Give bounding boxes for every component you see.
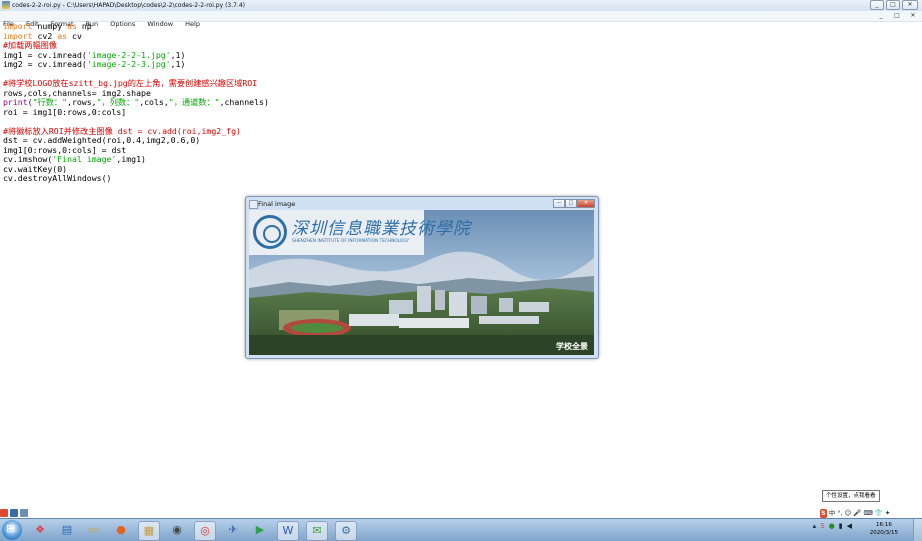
campus-image: 深圳信息職業技術學院 SHENZHEN INSTITUTE OF INFORMA… (249, 210, 594, 355)
code-line: cv.destroyAllWindows() (3, 173, 112, 183)
clock-time: 16:16 (875, 522, 892, 528)
close-button[interactable]: ✕ (902, 0, 918, 10)
ime-language-toggle[interactable]: 中 (829, 509, 836, 518)
clock-date: 2020/3/15 (869, 530, 898, 536)
ime-punctuation-toggle[interactable]: °, (837, 509, 842, 518)
final-image-window[interactable]: Final image — □ ✕ 深圳信息職業技術學院 SHENZHEN IN… (245, 196, 599, 359)
taskbar: ❖ ▤ ▭ ● ▦ ◉ ◎ ✈ ▶ W ✉ ⚙ ▴ S ● ▮ ◀ 16:16 … (0, 518, 922, 541)
menu-bar: File Edit Format Run Options Window Help… (0, 11, 922, 28)
code-line: img2 = cv.imread('image-2-2-3.jpg',1) (3, 59, 186, 69)
file-manager-icon[interactable]: ❖ (30, 521, 50, 539)
ime-tooltip: 个性设置，点我看看 (822, 490, 880, 502)
taskbar-apps: ❖ ▤ ▭ ● ▦ ◉ ◎ ✈ ▶ W ✉ ⚙ (30, 521, 357, 541)
video-player-icon[interactable]: ◉ (167, 521, 187, 539)
popup-close-button[interactable]: ✕ (577, 199, 595, 208)
microphone-icon[interactable]: 🎤 (853, 509, 861, 518)
school-name-cn: 深圳信息職業技術學院 (291, 219, 471, 239)
tray-sogou-icon[interactable]: S (820, 522, 824, 530)
keyboard-icon[interactable]: ⌨ (863, 509, 872, 518)
python-idle-icon (2, 1, 10, 9)
wechat-icon[interactable]: ✉ (306, 521, 328, 541)
minimize-button[interactable]: _ (870, 0, 884, 10)
desktop-gadget-bar (0, 509, 28, 517)
window-controls: _ □ ✕ (870, 0, 918, 10)
firefox-icon[interactable]: ● (111, 521, 131, 539)
window-icon (249, 200, 258, 209)
sogou-icon[interactable]: S (820, 509, 827, 518)
folder-icon[interactable]: ▭ (84, 521, 104, 539)
play-icon[interactable]: ▶ (250, 521, 270, 539)
settings-mini-icon[interactable] (20, 509, 28, 517)
school-seal-icon (253, 215, 287, 249)
menu-controls: _ □ ✕ (876, 12, 918, 20)
doc-minimize-button[interactable]: _ (876, 12, 886, 20)
maximize-button[interactable]: □ (886, 0, 900, 10)
media-player-icon[interactable]: ▤ (57, 521, 77, 539)
show-desktop-button[interactable] (913, 519, 922, 541)
popup-controls: — □ ✕ (553, 199, 595, 208)
skin-icon[interactable]: 👕 (875, 509, 883, 518)
ime-toolbar: S 中 °, ☺ 🎤 ⌨ 👕 ✦ (820, 509, 890, 518)
doc-close-button[interactable]: ✕ (908, 12, 918, 20)
logo-overlay: 深圳信息職業技術學院 SHENZHEN INSTITUTE OF INFORMA… (249, 210, 470, 255)
popup-maximize-button[interactable]: □ (565, 199, 577, 208)
school-name-en: SHENZHEN INSTITUTE OF INFORMATION TECHNO… (292, 239, 410, 244)
wps-icon[interactable]: W (277, 521, 299, 541)
explorer-icon[interactable]: ▦ (138, 521, 160, 541)
code-line: roi = img1[0:rows,0:cols] (3, 106, 127, 117)
doc-maximize-button[interactable]: □ (892, 12, 902, 20)
tray-security-icon[interactable]: ● (829, 522, 835, 530)
popup-minimize-button[interactable]: — (553, 199, 565, 208)
feather-icon[interactable]: ✈ (223, 521, 243, 539)
sogou-mini-icon[interactable] (0, 509, 8, 517)
system-tray: ▴ S ● ▮ ◀ (813, 522, 852, 530)
tray-arrow-icon[interactable]: ▴ (813, 522, 817, 530)
emoji-icon[interactable]: ☺ (845, 509, 852, 518)
popup-title: Final image (258, 200, 296, 208)
start-button[interactable] (2, 520, 22, 540)
window-title: codes-2-2-roi.py - C:\Users\HAPAD\Deskto… (12, 2, 246, 9)
tray-volume-icon[interactable]: ◀ (847, 522, 852, 530)
code-editor[interactable]: import numpy as np import cv2 as cv #加载两幅图… (3, 21, 269, 184)
system-clock[interactable]: 16:16 2020/3/15 (870, 521, 898, 537)
image-caption: 学校全景 (556, 342, 588, 351)
toolbox-icon[interactable]: ✦ (885, 509, 890, 518)
python-idle-taskbar-icon[interactable]: ⚙ (335, 521, 357, 541)
chrome-icon[interactable]: ◎ (194, 521, 216, 541)
tray-network-icon[interactable]: ▮ (839, 522, 843, 530)
help-mini-icon[interactable] (10, 509, 18, 517)
